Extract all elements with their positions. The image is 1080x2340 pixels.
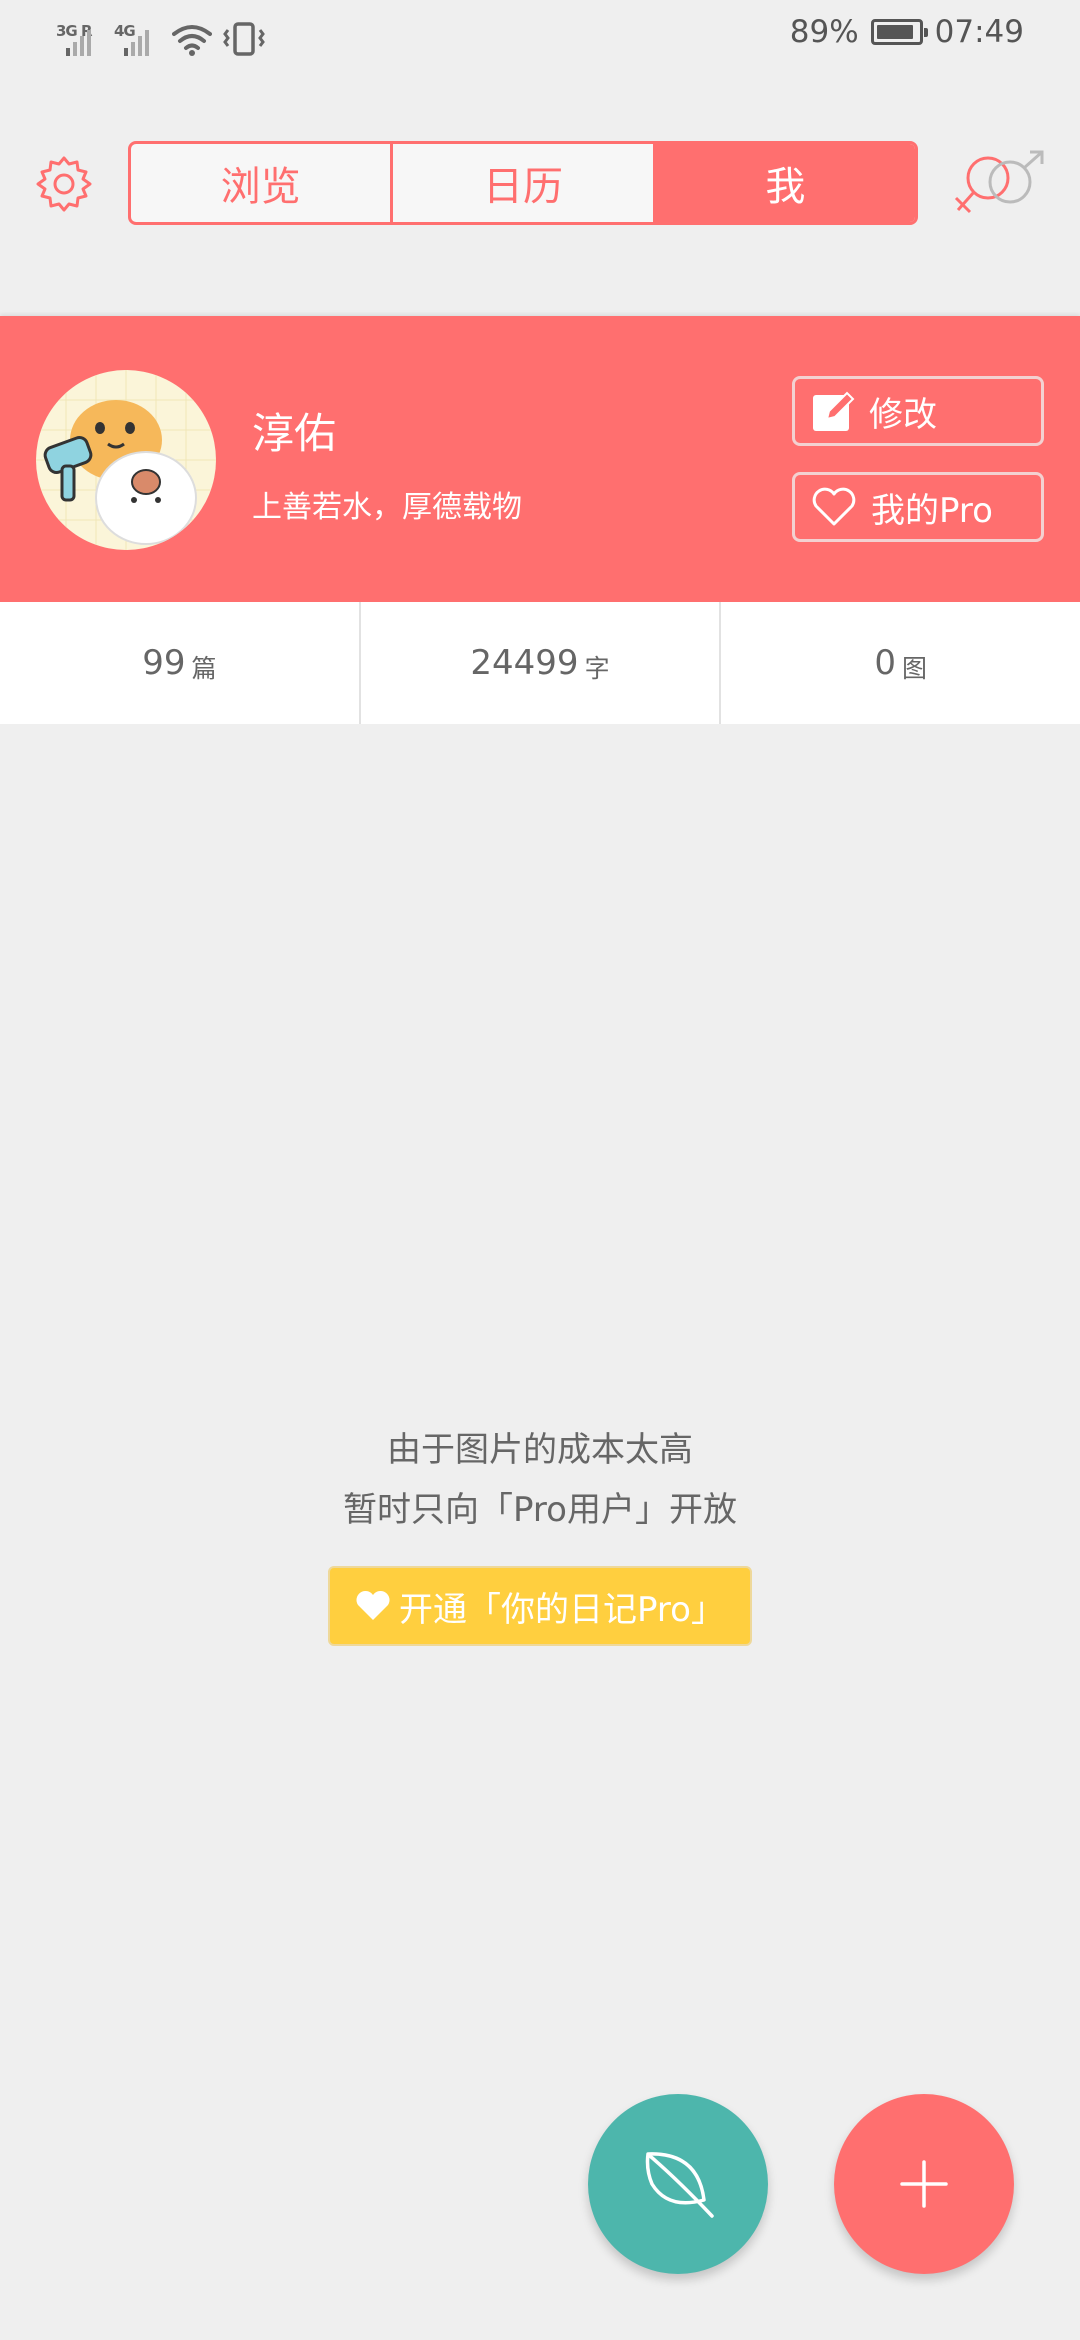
tab-calendar[interactable]: 日历 [393,144,656,222]
tab-browse[interactable]: 浏览 [131,144,394,222]
upgrade-pro-button[interactable]: 开通「你的日记Pro」 [328,1566,752,1646]
stat-unit: 图 [901,654,927,683]
stat-words[interactable]: 24499 字 [361,602,722,724]
profile-motto: 上善若水，厚德载物 [252,490,522,525]
plus-icon [900,2160,948,2208]
wifi-icon [172,25,212,56]
stat-images[interactable]: 0 图 [721,602,1080,724]
leaf-icon [645,2152,714,2218]
pro-notice: 由于图片的成本太高 暂时只向「Pro用户」开放 [0,1420,1080,1540]
signal-icon-2: 4G [114,20,162,56]
status-bar: 3G R 4G 89% 07:49 [0,0,1080,72]
status-right: 89% 07:49 [790,14,1024,50]
avatar[interactable] [36,370,216,550]
vibrate-icon [223,22,265,56]
gender-symbol-icon[interactable] [952,148,1048,218]
notice-line-2: 暂时只向「Pro用户」开放 [343,1490,737,1530]
notice-line-1: 由于图片的成本太高 [387,1430,693,1470]
my-pro-label: 我的Pro [871,490,993,531]
tab-bar: 浏览 日历 我 [128,141,918,225]
edit-button-label: 修改 [869,394,937,435]
stat-unit: 字 [584,654,610,683]
profile-name: 淳佑 [252,409,337,458]
upgrade-pro-label: 开通「你的日记Pro」 [399,1589,725,1630]
profile-banner: 淳佑 上善若水，厚德载物 修改 我的Pro [0,316,1080,602]
stat-value: 0 [874,643,896,683]
signal-icon: 3G R [56,20,104,56]
stat-value: 99 [142,643,186,683]
stat-unit: 篇 [191,654,217,683]
edit-profile-button[interactable]: 修改 [792,376,1044,446]
stat-entries[interactable]: 99 篇 [0,602,361,724]
my-pro-button[interactable]: 我的Pro [792,472,1044,542]
stats-bar: 99 篇 24499 字 0 图 [0,602,1080,724]
leaf-fab-button[interactable] [588,2094,768,2274]
heart-outline-icon [812,487,856,526]
avatar-illustration [36,370,216,550]
battery-percent: 89% [789,14,859,50]
stat-value: 24499 [470,643,579,683]
add-entry-button[interactable] [834,2094,1014,2274]
status-left: 3G R 4G [56,16,266,56]
battery-icon [870,19,928,45]
tab-me[interactable]: 我 [655,144,915,222]
heart-icon [356,1590,390,1620]
clock: 07:49 [934,14,1024,50]
gear-icon[interactable] [34,154,94,214]
edit-icon [813,391,855,431]
